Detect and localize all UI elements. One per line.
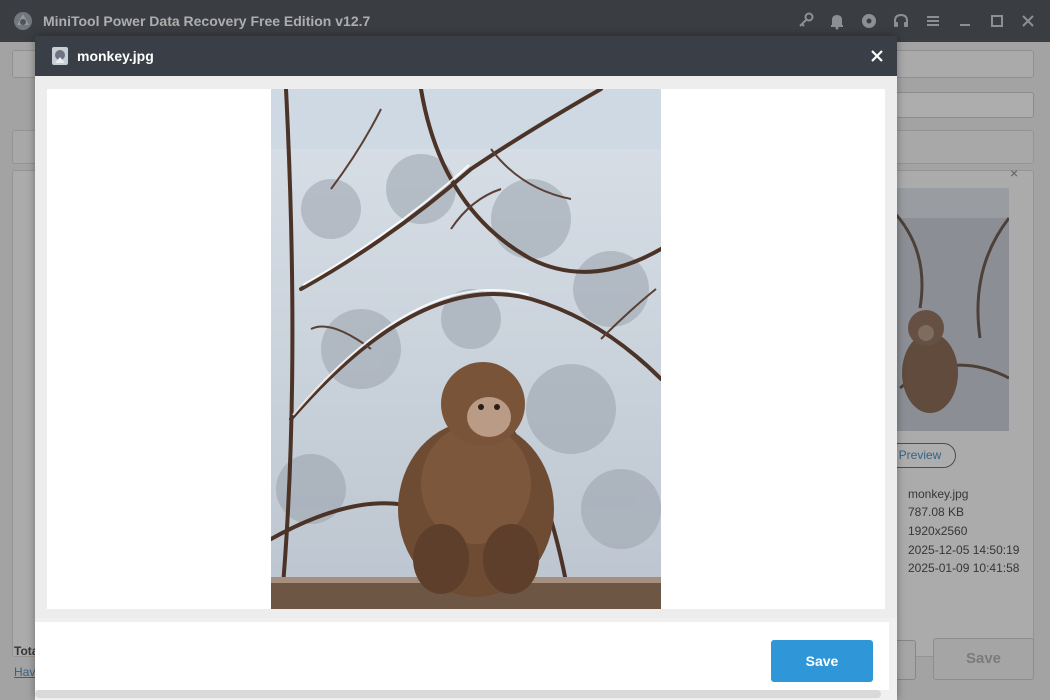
preview-image — [271, 89, 661, 609]
dialog-close-icon[interactable] — [867, 46, 887, 66]
dialog-title: monkey.jpg — [77, 48, 154, 64]
dialog-footer: Save — [35, 622, 889, 690]
image-viewer — [47, 89, 885, 609]
dialog-body — [35, 76, 897, 618]
save-button[interactable]: Save — [771, 640, 873, 682]
dialog-header: monkey.jpg — [35, 36, 897, 76]
horizontal-scrollbar[interactable] — [35, 690, 881, 698]
preview-dialog: monkey.jpg Save — [35, 36, 897, 700]
image-file-icon — [52, 47, 68, 65]
